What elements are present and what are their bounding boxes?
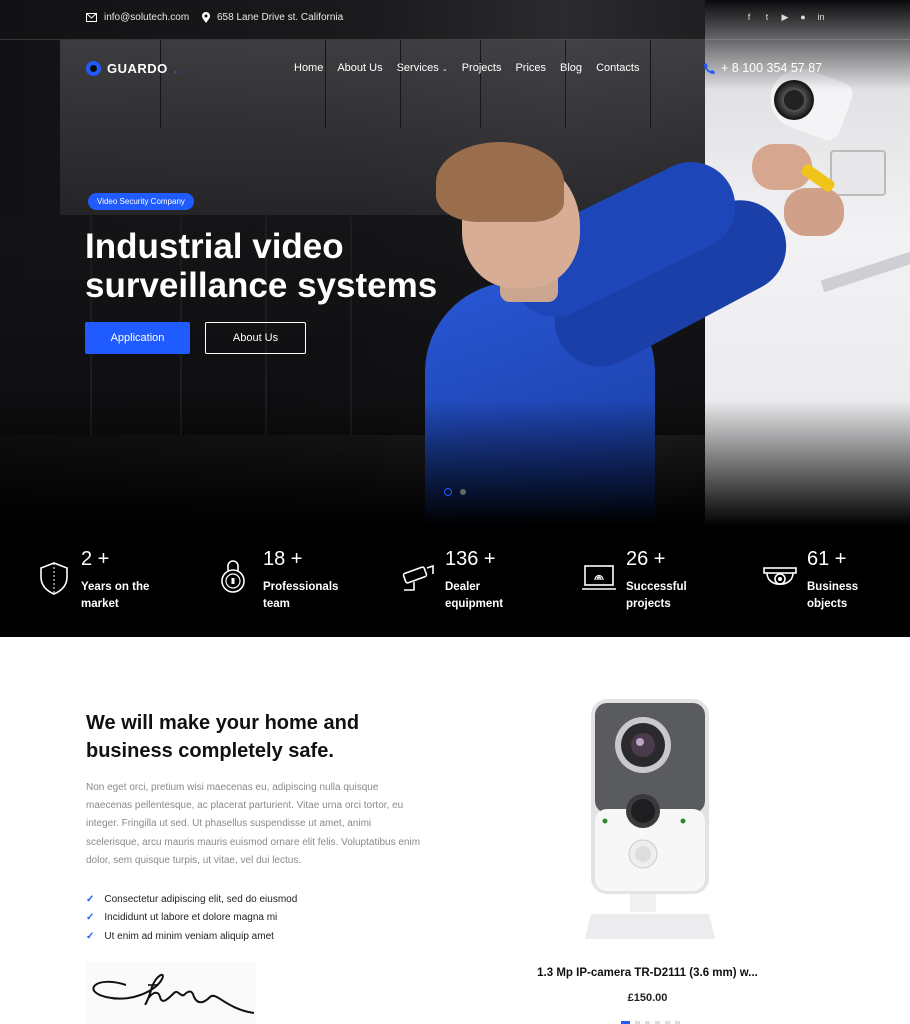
nav-menu: Home About Us Services ⌄ Projects Prices… [294, 62, 639, 74]
topbar-email-text: info@solutech.com [104, 12, 190, 23]
nav-item-services[interactable]: Services ⌄ [397, 62, 448, 74]
stat-number: 136 + [445, 548, 496, 570]
slider-dot-active[interactable] [444, 488, 452, 496]
logo-dot: . [173, 61, 178, 76]
list-item: ✓ Consectetur adipiscing elit, sed do eiu… [86, 890, 297, 909]
stat-label: Dealer equipment [445, 581, 504, 610]
shield-icon [40, 562, 68, 595]
dome-camera-icon [763, 567, 797, 586]
worker-hair [436, 142, 564, 222]
logo-icon [86, 61, 101, 76]
map-pin-icon [202, 12, 210, 23]
product-name[interactable]: 1.3 Mp IP-camera TR-D2111 (3.6 mm) w... [515, 967, 780, 979]
stat-number: 18 + [263, 548, 303, 570]
hero-title: Industrial video surveillance systems [85, 227, 438, 305]
linkedin-icon[interactable]: in [816, 12, 826, 22]
about-title: We will make your home and business comp… [86, 712, 360, 762]
signature-image [86, 963, 256, 1024]
stat-label: Professionals team [263, 581, 339, 610]
hero-section: info@solutech.com 658 Lane Drive st. Cal… [0, 0, 910, 526]
feature-list: ✓ Consectetur adipiscing elit, sed do eiu… [86, 890, 297, 946]
check-icon: ✓ [86, 912, 95, 924]
stat-label: Years on the market [81, 581, 150, 610]
hero-fade [0, 400, 910, 526]
facebook-icon[interactable]: f [744, 12, 754, 22]
stat-number: 2 + [81, 548, 110, 570]
stat-label: Business objects [807, 581, 859, 610]
worker-hand [784, 188, 844, 236]
site-logo[interactable]: GUARDO. [86, 61, 178, 76]
logo-text: GUARDO [107, 61, 168, 76]
product-price: £150.00 [627, 992, 668, 1004]
nav-item-home[interactable]: Home [294, 62, 323, 74]
stats-section: 2 + Years on the market 18 + Professiona… [0, 526, 910, 637]
laptop-fingerprint-icon [582, 565, 616, 590]
topbar: info@solutech.com 658 Lane Drive st. Cal… [0, 0, 910, 40]
nav-item-contacts[interactable]: Contacts [596, 62, 639, 74]
product-camera-image[interactable] [585, 699, 715, 939]
twitter-icon[interactable]: t [762, 12, 772, 22]
social-links: f t ▶ ● in [744, 12, 826, 22]
youtube-icon[interactable]: ▶ [780, 12, 790, 22]
topbar-address: 658 Lane Drive st. California [202, 12, 343, 23]
list-item: ✓ Incididunt ut labore et dolore magna mi [86, 909, 297, 928]
list-item: ✓ Ut enim ad minim veniam aliquip amet [86, 927, 297, 946]
github-icon[interactable]: ● [798, 12, 808, 22]
about-us-button[interactable]: About Us [205, 322, 306, 354]
mail-icon [86, 13, 97, 22]
cctv-camera-icon [402, 564, 434, 591]
lock-icon [221, 560, 245, 593]
slider-dot[interactable] [460, 489, 466, 495]
about-section: We will make your home and business comp… [0, 637, 910, 1024]
camera-mount [830, 150, 886, 196]
nav-item-about[interactable]: About Us [337, 62, 382, 74]
nav-item-prices[interactable]: Prices [515, 62, 546, 74]
main-nav: GUARDO. Home About Us Services ⌄ Project… [0, 40, 910, 98]
nav-phone[interactable]: + 8 100 354 57 87 [704, 61, 822, 75]
stat-label: Successful projects [626, 581, 687, 610]
check-icon: ✓ [86, 930, 95, 942]
topbar-address-text: 658 Lane Drive st. California [217, 12, 344, 23]
list-item-text: Incididunt ut labore et dolore magna mi [104, 912, 278, 924]
list-item-text: Ut enim ad minim veniam aliquip amet [104, 930, 274, 942]
nav-item-services-label: Services [396, 62, 439, 74]
list-item-text: Consectetur adipiscing elit, sed do eius… [104, 893, 298, 905]
hero-badge: Video Security Company [88, 193, 194, 210]
about-text: Non eget orci, pretium wisi maecenas eu,… [86, 782, 421, 866]
chevron-down-icon: ⌄ [441, 66, 448, 73]
application-button[interactable]: Application [85, 322, 190, 354]
stat-number: 61 + [807, 548, 847, 570]
phone-icon [704, 62, 715, 74]
topbar-email[interactable]: info@solutech.com [86, 12, 189, 23]
nav-item-projects[interactable]: Projects [462, 62, 502, 74]
nav-item-blog[interactable]: Blog [560, 62, 582, 74]
nav-phone-text: + 8 100 354 57 87 [721, 61, 823, 75]
slider-dots [444, 488, 466, 496]
check-icon: ✓ [86, 893, 95, 905]
stat-number: 26 + [626, 548, 666, 570]
